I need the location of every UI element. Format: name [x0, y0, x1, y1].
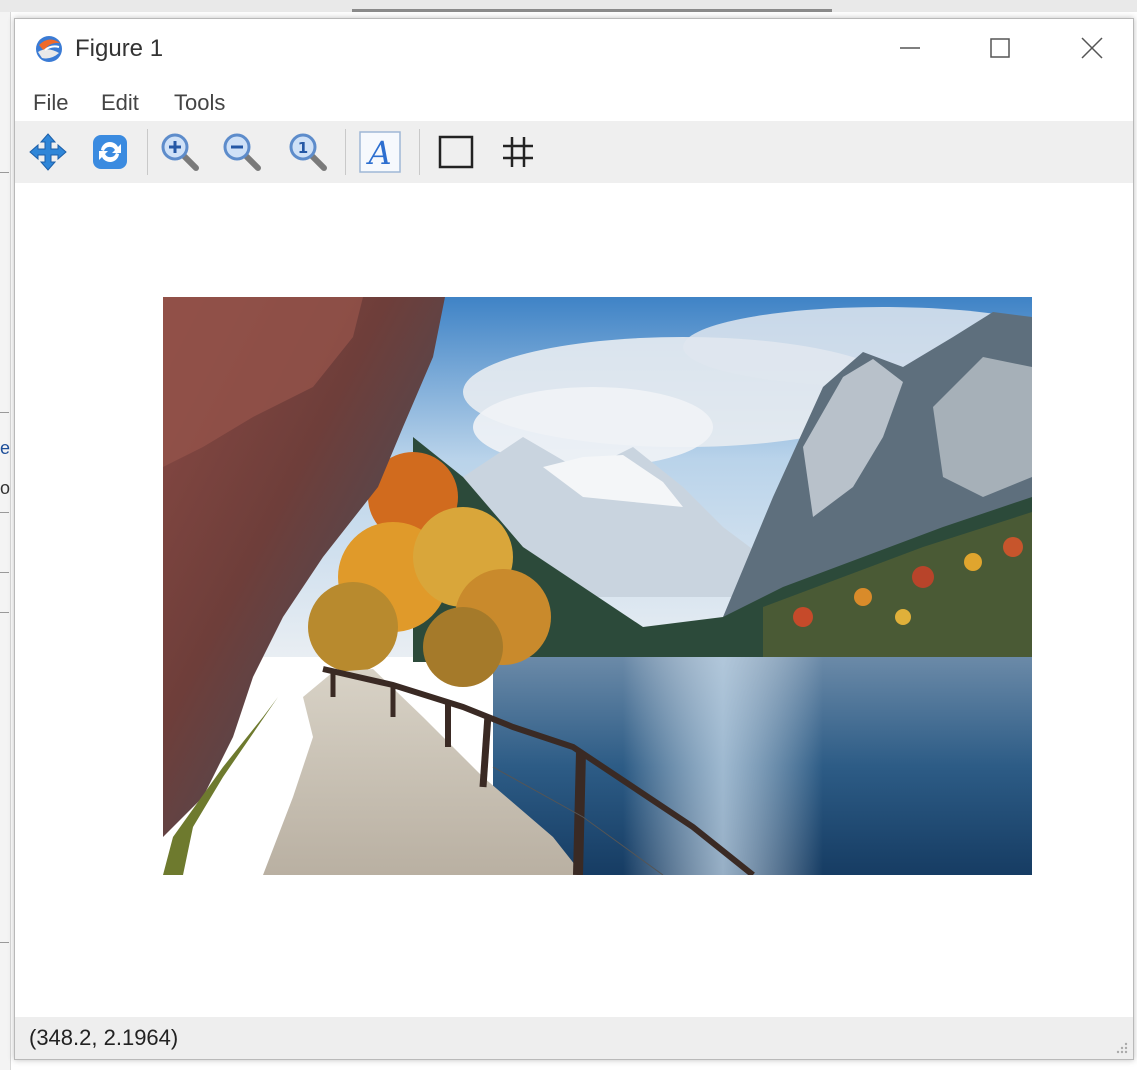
resize-grip-icon[interactable] — [1113, 1039, 1129, 1055]
menu-edit[interactable]: Edit — [101, 89, 139, 117]
app-logo-icon — [36, 36, 62, 62]
text-label-button[interactable]: A — [357, 131, 403, 173]
toolbar: 1 A — [15, 121, 1133, 183]
menu-file[interactable]: File — [33, 89, 68, 117]
zoom-reset-icon: 1 — [289, 133, 327, 171]
minimize-icon — [900, 47, 920, 49]
figure-window: Figure 1 File Edit Tools 1 A (348.2, 2.1… — [14, 18, 1134, 1060]
maximize-button[interactable] — [965, 19, 1035, 77]
figure-canvas[interactable] — [15, 183, 1133, 1017]
svg-text:1: 1 — [298, 139, 308, 157]
pan-icon — [29, 133, 67, 171]
grid-button[interactable] — [495, 131, 541, 173]
refresh-icon — [93, 135, 127, 169]
background-window-topbar — [0, 0, 1137, 12]
menu-bar: File Edit Tools — [15, 83, 1133, 121]
cursor-coordinates: (348.2, 2.1964) — [29, 1025, 179, 1050]
zoom-in-icon — [161, 133, 199, 171]
pan-button[interactable] — [25, 131, 71, 173]
background-window-edge: e o — [0, 12, 11, 1070]
rectangle-icon — [438, 135, 474, 169]
text-label-icon: A — [359, 131, 401, 173]
minimize-button[interactable] — [875, 19, 945, 77]
refresh-button[interactable] — [87, 131, 133, 173]
close-button[interactable] — [1057, 19, 1127, 77]
zoom-reset-button[interactable]: 1 — [285, 131, 331, 173]
maximize-icon — [990, 38, 1010, 58]
status-bar: (348.2, 2.1964) — [15, 1017, 1133, 1059]
zoom-in-button[interactable] — [157, 131, 203, 173]
close-icon — [1081, 37, 1103, 59]
svg-text:A: A — [365, 134, 391, 172]
title-bar[interactable]: Figure 1 — [15, 19, 1133, 77]
zoom-out-icon — [223, 133, 261, 171]
rectangle-button[interactable] — [433, 131, 479, 173]
zoom-out-button[interactable] — [219, 131, 265, 173]
window-title: Figure 1 — [75, 35, 164, 62]
landscape-photo — [163, 297, 1032, 875]
grid-icon — [503, 137, 533, 167]
menu-tools[interactable]: Tools — [174, 89, 225, 117]
